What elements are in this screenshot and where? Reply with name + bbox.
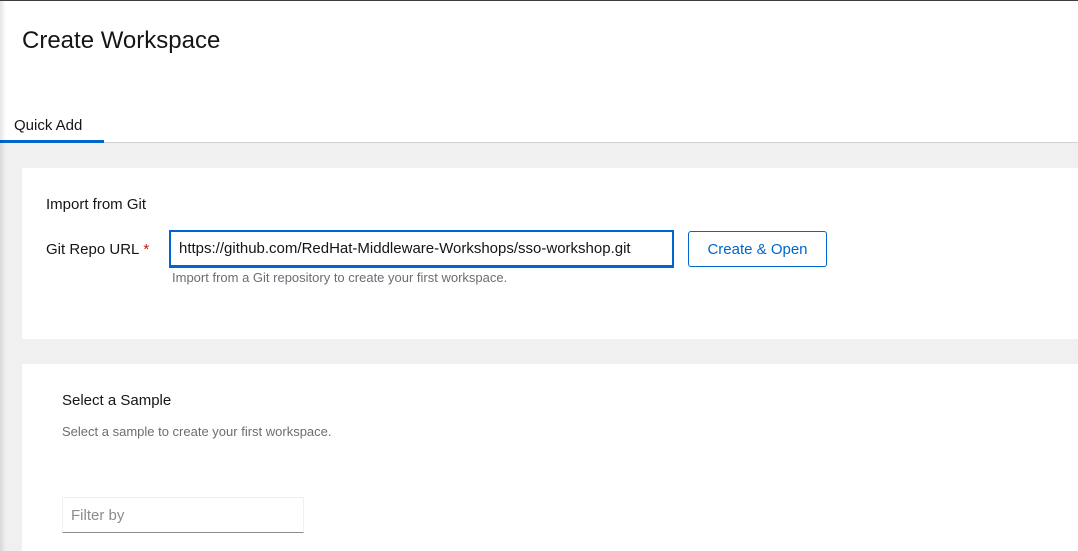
select-sample-title: Select a Sample — [62, 392, 172, 409]
git-repo-url-input[interactable]: https://github.com/RedHat-Middleware-Wor… — [169, 230, 674, 268]
git-repo-url-value: https://github.com/RedHat-Middleware-Wor… — [179, 240, 631, 257]
git-repo-url-label-text: Git Repo URL — [46, 241, 140, 258]
git-repo-url-helper-text: Import from a Git repository to create y… — [172, 270, 508, 285]
select-sample-description: Select a sample to create your first wor… — [62, 424, 332, 439]
page-title: Create Workspace — [22, 27, 221, 54]
create-and-open-button[interactable]: Create & Open — [688, 231, 827, 267]
git-repo-url-label: Git Repo URL * — [46, 241, 149, 258]
import-from-git-title: Import from Git — [46, 196, 147, 213]
import-from-git-card: Import from Git Git Repo URL * https://gi… — [22, 168, 1078, 339]
tab-quick-add[interactable]: Quick Add — [0, 107, 104, 143]
page-header: Create Workspace Quick Add — [0, 1, 1078, 143]
sample-filter-input[interactable] — [62, 497, 304, 533]
tab-quick-add-label: Quick Add — [14, 117, 83, 134]
select-sample-card: Select a Sample Select a sample to creat… — [22, 364, 1078, 551]
required-marker: * — [143, 241, 150, 258]
